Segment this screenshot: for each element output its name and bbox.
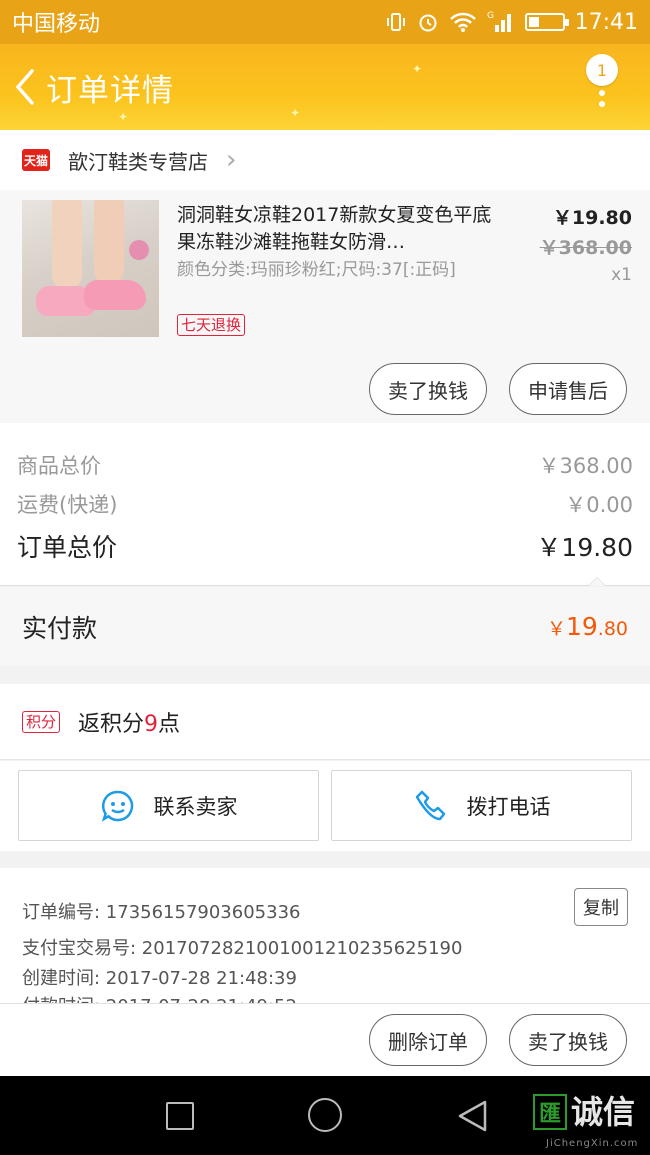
sparkle-decoration: ✦ [290,106,301,120]
actual-payment-row: 实付款 ￥19.80 [0,587,650,666]
product-title: 洞洞鞋女凉鞋2017新款女夏变色平底果冻鞋沙滩鞋拖鞋女防滑… [177,204,492,253]
contact-seller-button[interactable]: 联系卖家 [18,770,319,841]
payment-time: 付款时间: 2017-07-28 21:49:52 [22,992,297,1003]
clock-time: 17:41 [574,9,638,35]
status-bar: 中国移动 G 17:41 [0,0,650,44]
watermark-logo: 匯 诚信 [533,1094,635,1130]
contact-row: 联系卖家 拨打电话 [0,761,650,851]
vibrate-icon [386,13,405,31]
svg-text:G: G [487,11,494,21]
home-icon[interactable] [308,1098,342,1132]
shipping-row: 运费(快递) ￥0.00 [17,489,633,519]
more-menu-button[interactable]: 1 [582,54,622,120]
shipping-label: 运费(快递) [17,493,118,517]
back-button[interactable] [4,44,46,130]
order-total-label: 订单总价 [17,533,118,562]
product-original-price: ￥368.00 [539,237,632,259]
sell-for-cash-button[interactable]: 卖了换钱 [369,363,487,415]
bottom-action-bar: 删除订单 卖了换钱 [0,1003,650,1076]
notification-badge: 1 [586,54,618,86]
alarm-icon [419,14,437,32]
product-thumbnail[interactable] [22,200,159,337]
points-badge: 积分 [22,710,61,733]
product-price: ￥19.80 [552,207,632,229]
order-info-panel: 订单编号: 17356157903605336 支付宝交易号: 20170728… [0,868,650,1003]
shipping-value: ￥0.00 [565,493,633,517]
actual-payment-label: 实付款 [22,613,98,643]
sparkle-decoration: ✦ [412,62,423,76]
watermark-url: JiChengXin.com [546,1138,639,1149]
chevron-right-icon: › [226,145,237,175]
shop-name: 歆汀鞋类专营店 [68,149,208,174]
product-quantity: x1 [611,265,632,285]
system-nav-bar: 匯 诚信 JiChengXin.com [0,1076,650,1155]
shop-row[interactable]: 天猫 歆汀鞋类专营店 › [0,130,650,190]
carrier-label: 中国移动 [12,12,101,37]
product-sku: 颜色分类:玛丽珍粉红;尺码:37[:正码] [177,260,456,280]
alipay-trade-number: 支付宝交易号: 2017072821001001210235625190 [22,938,463,959]
battery-icon [524,13,569,31]
delete-order-button[interactable]: 删除订单 [369,1014,487,1066]
after-sale-button[interactable]: 申请售后 [509,363,627,415]
order-total-row: 订单总价 ￥19.80 [17,528,633,564]
more-dots-icon [599,90,605,107]
sparkle-decoration: ✦ [118,110,129,124]
created-time: 创建时间: 2017-07-28 21:48:39 [22,968,297,989]
return-policy-badge: 七天退换 [177,314,246,336]
wifi-icon [449,12,476,32]
signal-icon: G [487,11,511,32]
goods-total-label: 商品总价 [17,454,101,478]
phone-icon [415,790,445,820]
order-total-value: ￥19.80 [536,533,633,562]
actual-payment-value: ￥19.80 [546,612,628,641]
product-item[interactable]: 洞洞鞋女凉鞋2017新款女夏变色平底果冻鞋沙滩鞋拖鞋女防滑… 颜色分类:玛丽珍粉… [0,190,650,423]
tmall-logo-icon: 天猫 [22,149,50,171]
goods-total-row: 商品总价 ￥368.00 [17,450,633,480]
back-triangle-icon[interactable] [455,1098,489,1134]
chat-smile-icon [101,790,133,822]
pointer-notch [588,577,606,586]
copy-button[interactable]: 复制 [574,888,628,926]
contact-seller-label: 联系卖家 [153,794,238,819]
status-icons: G 17:41 [385,10,638,35]
chevron-left-icon [15,69,34,105]
points-row: 积分 返积分9点 [0,684,650,760]
call-phone-label: 拨打电话 [466,794,551,819]
call-phone-button[interactable]: 拨打电话 [331,770,632,841]
price-summary: 商品总价 ￥368.00 运费(快递) ￥0.00 订单总价 ￥19.80 [0,423,650,586]
recent-apps-icon[interactable] [166,1102,194,1130]
page-title: 订单详情 [46,72,174,109]
points-text: 返积分9点 [78,711,181,737]
sell-for-cash-button-bottom[interactable]: 卖了换钱 [509,1014,627,1066]
goods-total-value: ￥368.00 [538,454,633,478]
app-header: ✦ ✦ ✦ 订单详情 1 [0,44,650,130]
order-number: 订单编号: 17356157903605336 [22,902,301,923]
